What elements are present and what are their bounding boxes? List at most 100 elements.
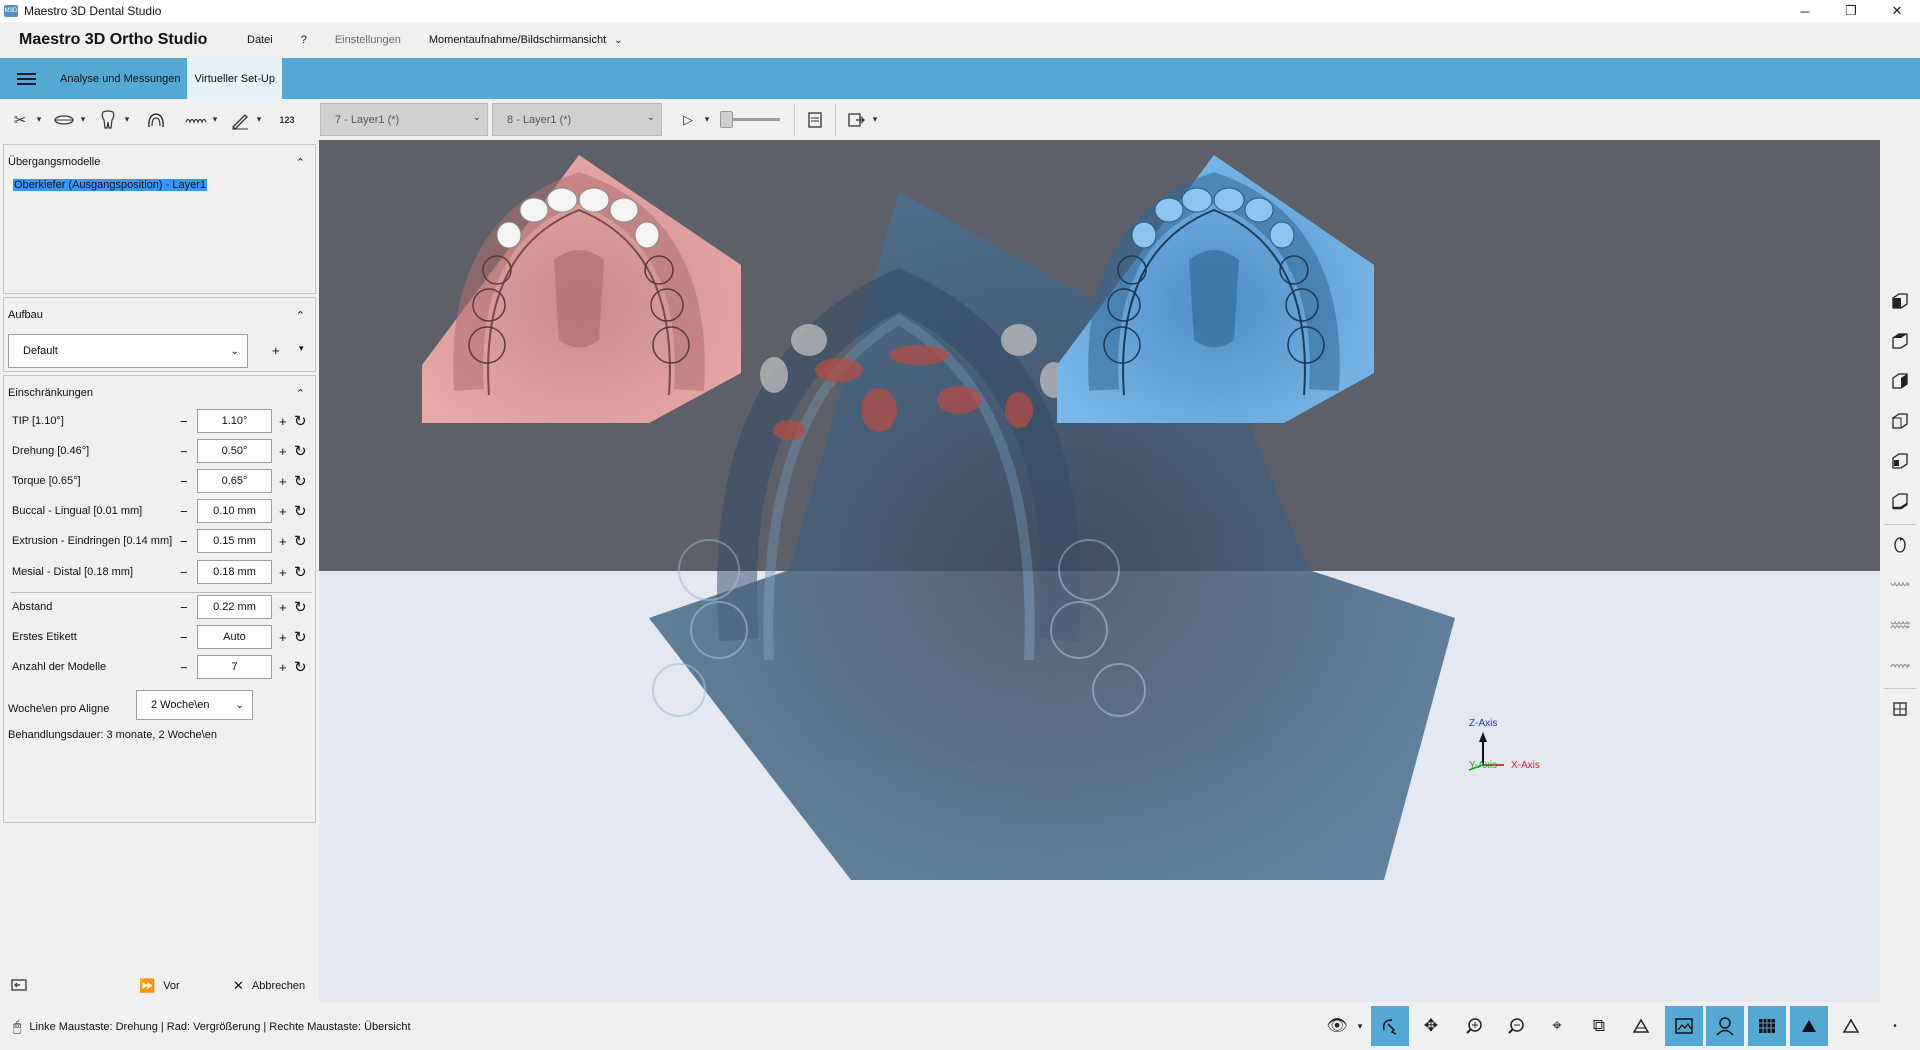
zoom-in-icon[interactable] (1455, 1006, 1493, 1046)
pan-tool-icon[interactable]: ✥ (1412, 1006, 1450, 1046)
rotate-tool-icon[interactable] (1371, 1006, 1409, 1046)
reset-icon[interactable]: ↻ (294, 563, 307, 581)
increment-button[interactable]: + (279, 534, 287, 549)
constraint-value-input[interactable]: 0.50° (197, 439, 272, 463)
teeth-row-icon[interactable] (184, 108, 208, 132)
rotate-reset-icon[interactable] (1880, 528, 1920, 562)
numbering-button[interactable]: 123 (274, 108, 300, 132)
reset-icon[interactable]: ↻ (294, 502, 307, 520)
transition-model-item[interactable]: Oberkiefer (Ausgangsposition) - Layer1 (13, 179, 207, 191)
to-model-combo[interactable]: 8 - Layer1 (*) ⌄ (492, 103, 662, 136)
constraint-value-input[interactable]: 0.10 mm (197, 499, 272, 523)
slider-knob[interactable] (720, 111, 733, 128)
reset-icon[interactable]: ↻ (294, 598, 307, 616)
scissors-icon[interactable]: ✂ (8, 108, 32, 132)
3d-viewport[interactable]: Z-Axis Y-Axis X-Axis (319, 140, 1880, 1002)
collapse-icon[interactable]: ⌃ (296, 309, 305, 322)
patient-icon[interactable] (1706, 1006, 1744, 1046)
grid-overlay-icon[interactable] (1748, 1006, 1786, 1046)
constraint-value-input[interactable]: 1.10° (197, 409, 272, 433)
constraint-value-input[interactable]: 0.15 mm (197, 529, 272, 553)
visibility-eye-icon[interactable]: 👁 (1318, 1006, 1356, 1046)
decrement-button[interactable]: − (180, 630, 188, 645)
increment-button[interactable]: + (279, 504, 287, 519)
increment-button[interactable]: + (279, 565, 287, 580)
back-to-start-button[interactable] (10, 978, 28, 992)
list-item[interactable]: Oberkiefer (Ausgangsposition) - Layer1 (4, 179, 315, 191)
upper-arch-view-icon[interactable] (1880, 568, 1920, 602)
reset-icon[interactable]: ↻ (294, 472, 307, 490)
hamburger-menu-icon[interactable] (0, 58, 53, 99)
grid-layout-icon[interactable] (1880, 692, 1920, 726)
decrement-button[interactable]: − (180, 600, 188, 615)
decrement-button[interactable]: − (180, 565, 188, 580)
close-button[interactable]: ✕ (1874, 0, 1920, 22)
menu-help[interactable]: ? (301, 34, 307, 46)
chevron-down-icon[interactable]: ▾ (700, 114, 714, 125)
chevron-down-icon[interactable]: ▾ (1352, 1006, 1368, 1046)
view-cube-back-icon[interactable] (1880, 484, 1920, 518)
measure-triangle-icon[interactable] (1622, 1006, 1660, 1046)
chevron-down-icon[interactable]: ▾ (32, 114, 46, 125)
lower-arch-view-icon[interactable] (1880, 648, 1920, 682)
menu-snapshot[interactable]: Momentaufnahme/Bildschirmansicht (429, 34, 606, 46)
increment-button[interactable]: + (279, 630, 287, 645)
add-setup-button[interactable]: + (272, 343, 280, 358)
chevron-down-icon[interactable]: ⌄ (614, 35, 622, 46)
copy-view-icon[interactable]: ⧉ (1580, 1006, 1618, 1046)
occlusion-view-icon[interactable] (1880, 608, 1920, 642)
wireframe-render-icon[interactable] (1832, 1006, 1870, 1046)
chevron-down-icon[interactable]: ▾ (299, 343, 304, 354)
decrement-button[interactable]: − (180, 504, 188, 519)
view-cube-left-icon[interactable] (1880, 364, 1920, 398)
reset-icon[interactable]: ↻ (294, 412, 307, 430)
play-icon[interactable]: ▷ (676, 108, 700, 132)
view-cube-right-icon[interactable] (1880, 404, 1920, 438)
minimize-button[interactable]: ─ (1782, 0, 1828, 22)
reset-icon[interactable]: ↻ (294, 442, 307, 460)
ruler-pen-icon[interactable] (228, 108, 252, 132)
collapse-icon[interactable]: ⌃ (296, 156, 305, 169)
increment-button[interactable]: + (279, 660, 287, 675)
view-cube-bottom-icon[interactable] (1880, 324, 1920, 358)
decrement-button[interactable]: − (180, 414, 188, 429)
setup-select[interactable]: Default ⌄ (8, 334, 248, 368)
constraint-value-input[interactable]: 7 (197, 655, 272, 679)
decrement-button[interactable]: − (180, 444, 188, 459)
chevron-down-icon[interactable]: ▾ (120, 114, 134, 125)
chevron-down-icon[interactable]: ▾ (208, 114, 222, 125)
chevron-down-icon[interactable]: ▾ (868, 114, 882, 125)
menu-settings[interactable]: Einstellungen (335, 34, 401, 46)
constraint-value-input[interactable]: 0.22 mm (197, 595, 272, 619)
solid-render-icon[interactable] (1790, 1006, 1828, 1046)
constraint-value-input[interactable]: Auto (197, 625, 272, 649)
from-model-combo[interactable]: 7 - Layer1 (*) ⌄ (320, 103, 488, 136)
decrement-button[interactable]: − (180, 474, 188, 489)
next-button[interactable]: ⏩ Vor (139, 978, 180, 994)
tab-analysis[interactable]: Analyse und Messungen (53, 58, 187, 99)
weeks-select[interactable]: 2 Woche\en ⌄ (136, 690, 253, 720)
animation-slider[interactable] (720, 111, 780, 128)
constraint-value-input[interactable]: 0.18 mm (197, 560, 272, 584)
decrement-button[interactable]: − (180, 660, 188, 675)
chevron-down-icon[interactable]: ▾ (76, 114, 90, 125)
increment-button[interactable]: + (279, 600, 287, 615)
panel-header[interactable]: Übergangsmodelle ⌃ (4, 145, 315, 179)
increment-button[interactable]: + (279, 444, 287, 459)
view-cube-front-icon[interactable] (1880, 444, 1920, 478)
constraint-value-input[interactable]: 0.65° (197, 469, 272, 493)
increment-button[interactable]: + (279, 414, 287, 429)
reset-icon[interactable]: ↻ (294, 628, 307, 646)
cancel-button[interactable]: ✕ Abbrechen (233, 978, 305, 994)
decrement-button[interactable]: − (180, 534, 188, 549)
panel-header[interactable]: Aufbau ⌃ (4, 298, 315, 332)
restore-button[interactable]: ❐ (1828, 0, 1874, 22)
image-view-icon[interactable] (1665, 1006, 1703, 1046)
tab-virtual-setup[interactable]: Virtueller Set-Up (187, 58, 282, 99)
center-target-icon[interactable]: ⌖ (1538, 1006, 1576, 1046)
increment-button[interactable]: + (279, 474, 287, 489)
more-options-icon[interactable]: • (1876, 1006, 1914, 1046)
tooth-icon[interactable] (96, 108, 120, 132)
arch-icon[interactable] (144, 108, 168, 132)
reset-icon[interactable]: ↻ (294, 658, 307, 676)
